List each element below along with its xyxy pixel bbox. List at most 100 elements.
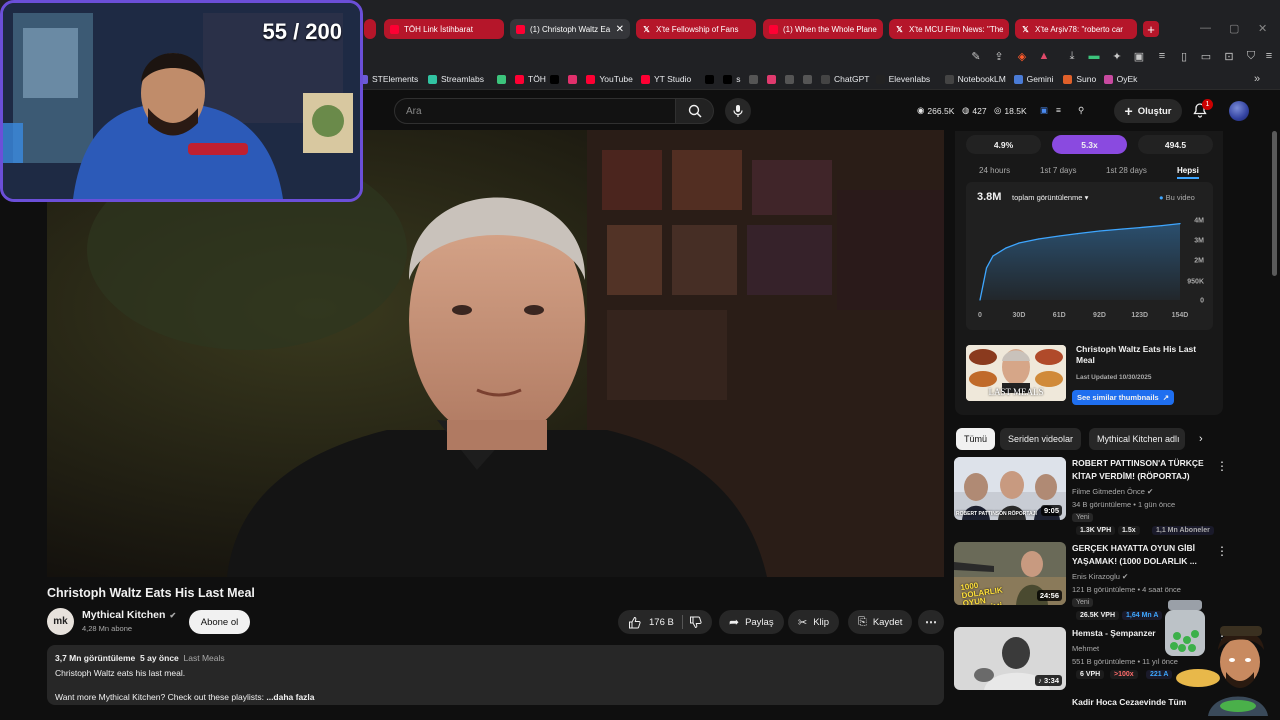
description-line-2: Want more Mythical Kitchen? Check out th… (55, 692, 936, 702)
range-24h[interactable]: 24 hours (979, 166, 1010, 175)
recommendation-meta: 121 B görüntüleme • 4 saat önce (1072, 585, 1181, 594)
maximize-icon[interactable]: ▢ (1229, 22, 1239, 35)
range-28d[interactable]: 1st 28 days (1106, 166, 1147, 175)
tab-partial[interactable] (364, 19, 376, 39)
more-bookmarks-icon[interactable]: » (1250, 72, 1264, 86)
chart-point (985, 267, 988, 269)
scrollbar[interactable] (1272, 131, 1277, 276)
filter-icon[interactable]: ≡ (1056, 105, 1061, 115)
bookmark-item[interactable] (767, 72, 780, 86)
chart-point (1018, 242, 1020, 244)
bookmark-item[interactable]: Elevenlabs (875, 72, 930, 86)
bookmark-item[interactable]: NotebookLM (944, 72, 1006, 86)
vidiq-icon[interactable]: ▣ (1040, 105, 1048, 116)
segment-ctr[interactable]: 4.9% (966, 135, 1041, 154)
more-options-icon[interactable]: ⋮ (1216, 544, 1228, 558)
bookmark-item[interactable]: Streamlabs (428, 72, 484, 86)
bookmark-item[interactable] (705, 72, 718, 86)
bookmark-label: YT Studio (654, 74, 692, 84)
minimize-icon[interactable]: — (1200, 22, 1211, 34)
account-avatar[interactable] (1229, 101, 1249, 121)
new-tab-button[interactable]: + (1143, 21, 1159, 37)
bookmark-item[interactable] (749, 72, 762, 86)
tool-icon[interactable]: ⚲ (1078, 105, 1084, 116)
bookmark-item[interactable]: TÖH (515, 72, 546, 86)
search-input[interactable]: Ara (394, 98, 676, 124)
share-icon[interactable]: ⇪ (992, 49, 1006, 63)
tab-fellowship[interactable]: 𝕏 X'te Fellowship of Fans (636, 19, 756, 39)
chips-next-icon[interactable]: › (1199, 433, 1203, 445)
rewards-icon[interactable]: ▲ (1037, 49, 1051, 63)
thumbs-down-icon[interactable] (689, 616, 702, 629)
puzzle-icon[interactable]: ✦ (1110, 49, 1124, 63)
bookmark-item[interactable] (550, 72, 563, 86)
sidebar-icon[interactable]: ▯ (1177, 49, 1191, 63)
bookmark-item[interactable] (803, 72, 816, 86)
save-button[interactable]: ⎘ Kaydet (848, 610, 913, 634)
bookmark-item[interactable] (785, 72, 798, 86)
subscribe-button[interactable]: Abone ol (189, 610, 250, 634)
bookmark-item[interactable] (497, 72, 510, 86)
range-all[interactable]: Hepsi (1177, 166, 1199, 179)
edit-icon[interactable]: ✎ (969, 49, 983, 63)
voice-search-button[interactable] (725, 98, 751, 124)
menu-icon[interactable]: ≡ (1262, 49, 1276, 63)
description-tag[interactable]: Last Meals (184, 653, 225, 663)
recommendation-thumbnail[interactable]: ♪ 3:34 (954, 627, 1066, 690)
similar-thumbnails-button[interactable]: See similar thumbnails ↗ (1072, 390, 1174, 405)
recommendation-thumbnail[interactable]: 1000 DOLARLIK OYUN DENEYİMİ 24:56 (954, 542, 1066, 605)
bookmark-item[interactable]: YT Studio (641, 72, 691, 86)
recommendation-item[interactable]: ROBERT PATTINSON RÖPORTAJI 9:05 ROBERT P… (954, 457, 1228, 537)
like-button[interactable]: 176 B (618, 610, 712, 634)
tab-toh-link[interactable]: TÖH Link İstihbarat (384, 19, 504, 39)
wallet-icon[interactable]: ▭ (1199, 49, 1213, 63)
recommendation-thumbnail[interactable]: ROBERT PATTINSON RÖPORTAJI 9:05 (954, 457, 1066, 520)
bookmark-item[interactable]: STElements (359, 72, 418, 86)
chip-all[interactable]: Tümü (956, 428, 996, 450)
tab-mcu-news[interactable]: 𝕏 X'te MCU Film News: "The (889, 19, 1009, 39)
download-icon[interactable]: ⤓ (1065, 49, 1079, 63)
description-views: 3,7 Mn görüntüleme (55, 653, 136, 663)
segment-outlier[interactable]: 5.3x (1052, 135, 1127, 154)
range-7d[interactable]: 1st 7 days (1040, 166, 1076, 175)
recommendation-channel[interactable]: Enis Kirazoglu ✔ (1072, 572, 1128, 581)
recommendation-channel[interactable]: Filme Gitmeden Önce ✔ (1072, 487, 1153, 496)
shield-icon[interactable]: ⛉ (1244, 49, 1258, 63)
tab-arsiv78[interactable]: 𝕏 X'te Arşiv78: "roberto car (1015, 19, 1137, 39)
recommendation-channel[interactable]: Mehmet (1072, 644, 1099, 653)
bookmark-item[interactable]: ChatGPT (821, 72, 869, 86)
bookmark-favicon-icon (497, 74, 506, 84)
bookmark-item[interactable]: YouTube (586, 72, 633, 86)
more-actions-button[interactable]: ⋯ (918, 610, 944, 634)
bookmark-label: TÖH (528, 74, 546, 84)
tab-christoph-waltz[interactable]: (1) Christoph Waltz Ea ✕ (510, 19, 630, 39)
vpn-icon[interactable]: ⊡ (1222, 49, 1236, 63)
bookmark-item[interactable]: OyEk (1103, 72, 1137, 86)
outlier-badge: >100x (1110, 670, 1138, 679)
create-label: Oluştur (1137, 105, 1172, 117)
segment-vph[interactable]: 494.5 (1138, 135, 1213, 154)
brave-icon[interactable]: ◈ (1015, 49, 1029, 63)
channel-avatar[interactable]: mk (47, 608, 74, 635)
extension-green-icon[interactable]: ▬ (1087, 49, 1101, 63)
channel-name[interactable]: Mythical Kitchen ✔ (82, 609, 176, 621)
show-more-link[interactable]: ...daha fazla (266, 692, 314, 702)
notifications-button[interactable]: 1 (1192, 99, 1213, 120)
bookmark-item[interactable]: s (723, 72, 740, 86)
chip-series[interactable]: Seriden videolar (1000, 428, 1082, 450)
bookmark-item[interactable]: Suno (1063, 72, 1096, 86)
bookmark-item[interactable] (568, 72, 581, 86)
bookmark-item[interactable]: Gemini (1013, 72, 1054, 86)
screenshot-icon[interactable]: ▣ (1132, 49, 1146, 63)
close-tab-icon[interactable]: ✕ (616, 24, 624, 35)
lines-icon[interactable]: ≡ (1155, 49, 1169, 63)
description-box[interactable]: 3,7 Mn görüntüleme 5 ay önce Last Meals … (47, 645, 944, 705)
tab-whole-plane[interactable]: (1) When the Whole Plane (763, 19, 883, 39)
clip-button[interactable]: ✂ Klip (788, 610, 840, 634)
create-button[interactable]: + Oluştur (1114, 99, 1182, 123)
close-window-icon[interactable]: ✕ (1258, 22, 1267, 35)
chip-channel[interactable]: Mythical Kitchen adlı (1089, 428, 1185, 450)
search-button[interactable] (676, 98, 714, 124)
more-options-icon[interactable]: ⋮ (1216, 459, 1228, 473)
share-button[interactable]: ➦ Paylaş (719, 610, 784, 634)
